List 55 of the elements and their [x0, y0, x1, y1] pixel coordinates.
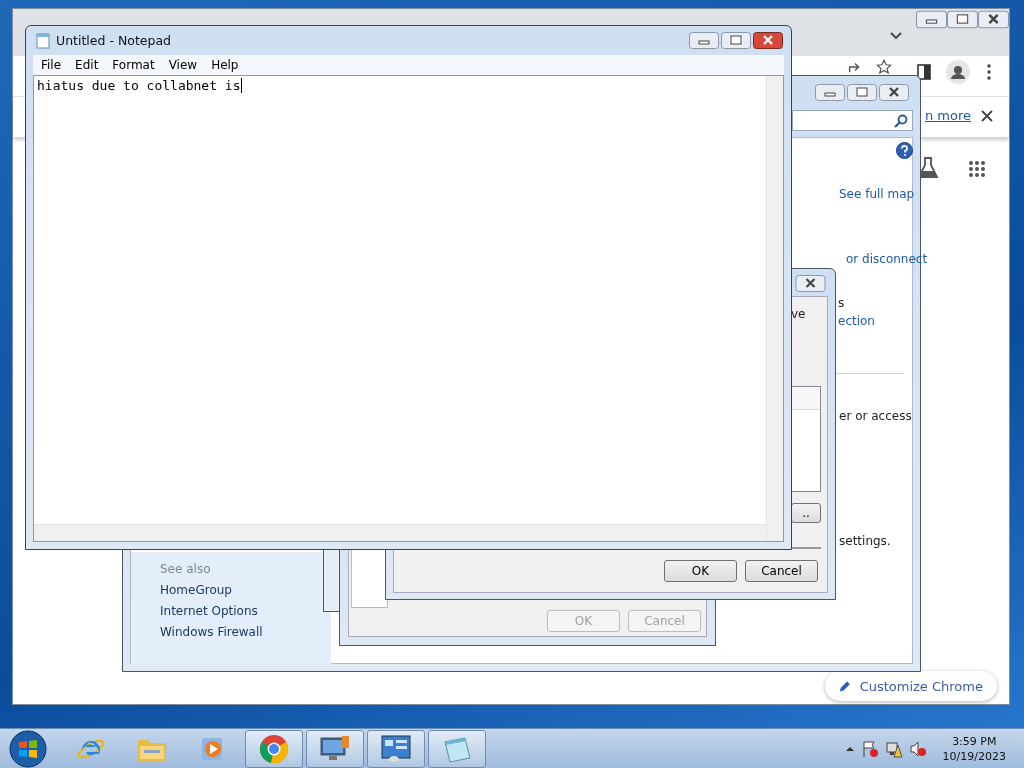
show-hidden-icons-icon[interactable] [844, 744, 855, 753]
window-title: Untitled - Notepad [56, 33, 172, 48]
see-full-map-link[interactable]: See full map [839, 187, 915, 201]
clock-date: 10/19/2023 [942, 748, 1006, 764]
see-also-link[interactable]: Internet Options [160, 604, 258, 618]
profile-icon[interactable] [946, 60, 970, 84]
menu-icon[interactable] [987, 64, 991, 80]
star-icon[interactable] [876, 59, 892, 75]
taskbar-button[interactable] [306, 729, 364, 768]
menu-item[interactable]: Format [106, 58, 161, 72]
taskbar-button[interactable] [245, 729, 303, 768]
menu-item[interactable]: Help [205, 58, 245, 72]
search-field[interactable] [792, 110, 913, 131]
chrome-icon[interactable] [259, 733, 289, 764]
menu-item[interactable]: Edit [69, 58, 105, 72]
start-button[interactable] [8, 728, 48, 768]
close-icon[interactable] [795, 275, 826, 292]
description-text: s [838, 296, 845, 310]
menu-item[interactable]: File [35, 58, 68, 72]
vertical-scrollbar[interactable] [766, 76, 783, 541]
close-icon[interactable] [753, 32, 783, 49]
connection-link[interactable]: ection [838, 314, 875, 328]
see-also-link[interactable]: HomeGroup [160, 583, 232, 597]
see-also-heading: See also [160, 562, 211, 576]
apps-grid-icon[interactable] [968, 160, 986, 178]
close-icon[interactable] [879, 84, 909, 101]
more-button[interactable]: .. [791, 503, 821, 523]
menu-item[interactable]: View [162, 58, 204, 72]
learn-more-link[interactable]: n more [925, 108, 972, 123]
dialog-text: ve [791, 307, 806, 321]
search-icon [894, 114, 908, 128]
taskbar-button[interactable] [367, 729, 425, 768]
description-text: settings. [839, 534, 891, 548]
maximize-icon[interactable] [947, 10, 978, 29]
control-panel-icon[interactable] [380, 733, 412, 764]
customize-chrome-button[interactable]: Customize Chrome [825, 671, 997, 701]
network-icon[interactable] [884, 739, 903, 758]
ok-button[interactable]: OK [664, 560, 737, 582]
flag-icon[interactable] [860, 739, 879, 758]
clock-time: 3:59 PM [952, 733, 997, 749]
close-icon[interactable] [978, 10, 1009, 29]
pencil-icon [839, 679, 852, 693]
chevron-down-icon[interactable] [889, 31, 903, 41]
see-also-link[interactable]: Windows Firewall [160, 625, 263, 639]
taskbar-button[interactable] [428, 729, 486, 768]
side-panel-icon[interactable] [917, 64, 931, 80]
help-icon[interactable] [896, 142, 913, 159]
minimize-icon[interactable] [916, 10, 947, 29]
close-icon[interactable] [981, 110, 993, 122]
speaker-muted-icon[interactable] [908, 739, 927, 758]
notepad-icon [36, 32, 50, 49]
description-text: er or access [839, 409, 912, 423]
horizontal-scrollbar[interactable] [34, 524, 766, 541]
cancel-button[interactable]: Cancel [745, 560, 818, 582]
flask-icon[interactable] [918, 157, 938, 179]
